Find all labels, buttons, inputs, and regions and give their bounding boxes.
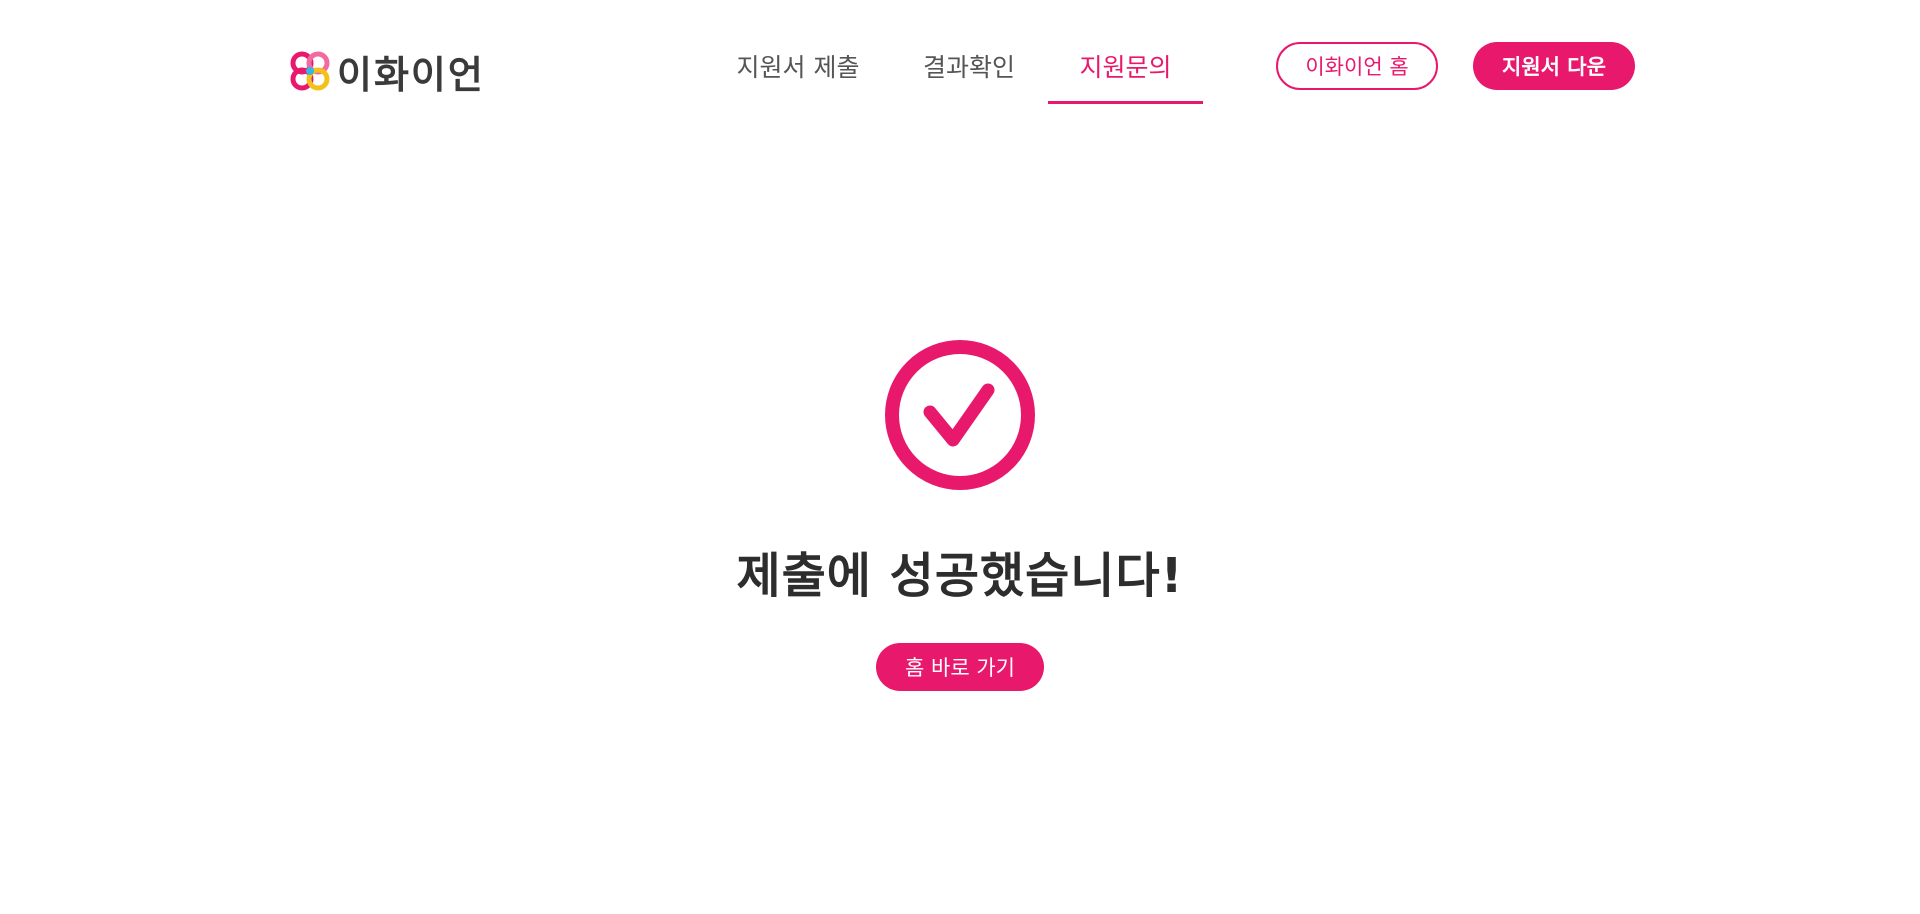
check-circle-icon (885, 340, 1035, 490)
nav-item-inquiry[interactable]: 지원문의 (1048, 40, 1203, 104)
ewhaian-home-button[interactable]: 이화이언 홈 (1276, 42, 1438, 90)
download-application-button[interactable]: 지원서 다운 (1473, 42, 1635, 90)
success-title: 제출에 성공했습니다! (736, 548, 1184, 604)
nav-item-apply[interactable]: 지원서 제출 (712, 40, 884, 104)
nav-item-results[interactable]: 결과확인 (898, 40, 1040, 104)
header: 이화이언 지원서 제출 결과확인 지원문의 이화이언 홈 지원서 다운 (0, 0, 1920, 104)
go-home-button[interactable]: 홈 바로 가기 (876, 643, 1044, 691)
